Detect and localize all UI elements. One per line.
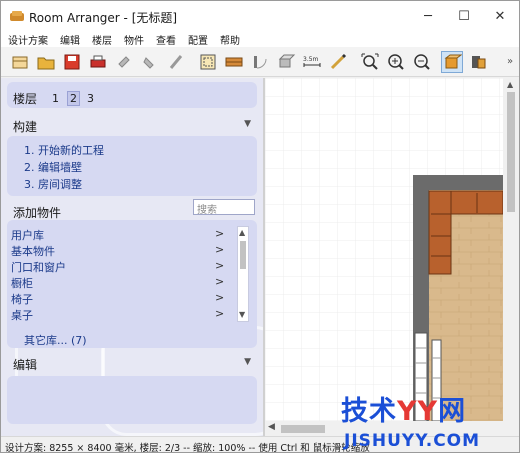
menu-floor[interactable]: 楼层: [85, 31, 117, 47]
scroll-left-icon[interactable]: ◀: [268, 422, 275, 432]
menu-object[interactable]: 物件: [117, 31, 149, 47]
save-icon[interactable]: [61, 51, 83, 73]
scroll-down-icon[interactable]: ▼: [239, 310, 245, 319]
menu-view[interactable]: 查看: [149, 31, 181, 47]
library-scrollbar[interactable]: ▲ ▼: [237, 226, 249, 322]
floor-3[interactable]: 3: [87, 92, 94, 105]
floor-1[interactable]: 1: [52, 92, 59, 105]
chevron-right-icon[interactable]: >: [215, 291, 224, 304]
library-user[interactable]: 用户库: [11, 227, 44, 243]
toolbar: 3.5m »: [1, 47, 519, 77]
pencil-icon[interactable]: [327, 51, 349, 73]
menu-bar: 设计方案 编辑 楼层 物件 查看 配置 帮助: [1, 31, 519, 47]
floor-2[interactable]: 2: [67, 91, 80, 106]
menu-config[interactable]: 配置: [181, 31, 213, 47]
zoom-out-icon[interactable]: [411, 51, 433, 73]
title-bar: Room Arranger - [无标题] ─ ☐ ✕: [1, 1, 519, 31]
chevron-right-icon[interactable]: >: [215, 275, 224, 288]
scroll-up-icon[interactable]: ▲: [507, 80, 513, 89]
scroll-thumb[interactable]: [240, 241, 246, 269]
measure-label: 3.5m: [303, 56, 319, 63]
library-doors-windows[interactable]: 门口和窗户: [11, 259, 66, 275]
library-chairs[interactable]: 椅子: [11, 291, 33, 307]
close-button[interactable]: ✕: [481, 1, 519, 31]
library-cabinets[interactable]: 橱柜: [11, 275, 33, 291]
toolbar-overflow-icon[interactable]: »: [507, 56, 513, 67]
step-new-project[interactable]: 1. 开始新的工程: [24, 142, 104, 158]
site-watermark: 技术YY网 JISHUYY.COM: [341, 389, 519, 452]
canvas-vertical-scrollbar[interactable]: ▲: [503, 78, 519, 421]
zoom-in-icon[interactable]: [385, 51, 407, 73]
redo-icon[interactable]: [139, 51, 161, 73]
scroll-up-icon[interactable]: ▲: [239, 228, 245, 237]
chevron-right-icon[interactable]: >: [215, 227, 224, 240]
wall-icon[interactable]: [223, 51, 245, 73]
step-edit-walls[interactable]: 2. 编辑墙壁: [24, 159, 82, 175]
floor-heading: 楼层: [13, 92, 38, 106]
collapse-arrow-icon[interactable]: ▼: [244, 357, 251, 367]
side-panel: 楼层 1 2 3 构建 ▼ 1. 开始新的工程 2. 编辑墙壁 3. 房间调整 …: [1, 78, 263, 436]
vertical-scroll-thumb[interactable]: [507, 92, 515, 212]
app-window: Room Arranger - [无标题] ─ ☐ ✕ 设计方案 编辑 楼层 物…: [0, 0, 520, 453]
build-header[interactable]: 构建 ▼: [7, 114, 257, 136]
print-icon[interactable]: [87, 51, 109, 73]
menu-help[interactable]: 帮助: [213, 31, 245, 47]
sofa-icon: [10, 11, 24, 21]
library-basic[interactable]: 基本物件: [11, 243, 55, 259]
horizontal-scroll-thumb[interactable]: [281, 425, 325, 433]
library-icon[interactable]: [467, 51, 489, 73]
undo-icon[interactable]: [113, 51, 135, 73]
watermark-yy: YY: [397, 396, 439, 427]
library-tables[interactable]: 桌子: [11, 307, 33, 323]
edit-box: [7, 376, 257, 424]
design-canvas[interactable]: [265, 78, 503, 421]
zoom-fit-icon[interactable]: [359, 51, 381, 73]
chevron-right-icon[interactable]: >: [215, 243, 224, 256]
build-heading: 构建: [13, 120, 38, 134]
window-title: Room Arranger - [无标题]: [29, 11, 178, 25]
search-input[interactable]: 搜索: [193, 199, 255, 216]
menu-edit[interactable]: 编辑: [53, 31, 85, 47]
box-icon[interactable]: [441, 51, 463, 73]
floor-plan: [265, 78, 503, 421]
watermark-text: 网: [438, 396, 467, 427]
menu-design[interactable]: 设计方案: [1, 31, 53, 47]
collapse-arrow-icon[interactable]: ▼: [244, 119, 251, 129]
chevron-right-icon[interactable]: >: [215, 259, 224, 272]
new-icon[interactable]: [9, 51, 31, 73]
watermark-text: 技术: [341, 396, 397, 427]
floorplan-icon[interactable]: [197, 51, 219, 73]
3d-icon[interactable]: [275, 51, 297, 73]
watermark-domain: JISHUYY.COM: [344, 431, 481, 451]
maximize-button[interactable]: ☐: [445, 1, 483, 31]
more-libraries-link[interactable]: 其它库... (7): [24, 332, 87, 348]
open-icon[interactable]: [35, 51, 57, 73]
minimize-button[interactable]: ─: [409, 1, 447, 31]
step-adjust-room[interactable]: 3. 房间调整: [24, 176, 82, 192]
measure-icon[interactable]: 3.5m: [301, 51, 323, 73]
chevron-right-icon[interactable]: >: [215, 307, 224, 320]
paint-icon[interactable]: [165, 51, 187, 73]
edit-heading: 编辑: [13, 358, 38, 372]
door-icon[interactable]: [249, 51, 271, 73]
edit-header[interactable]: 编辑 ▼: [7, 352, 257, 374]
